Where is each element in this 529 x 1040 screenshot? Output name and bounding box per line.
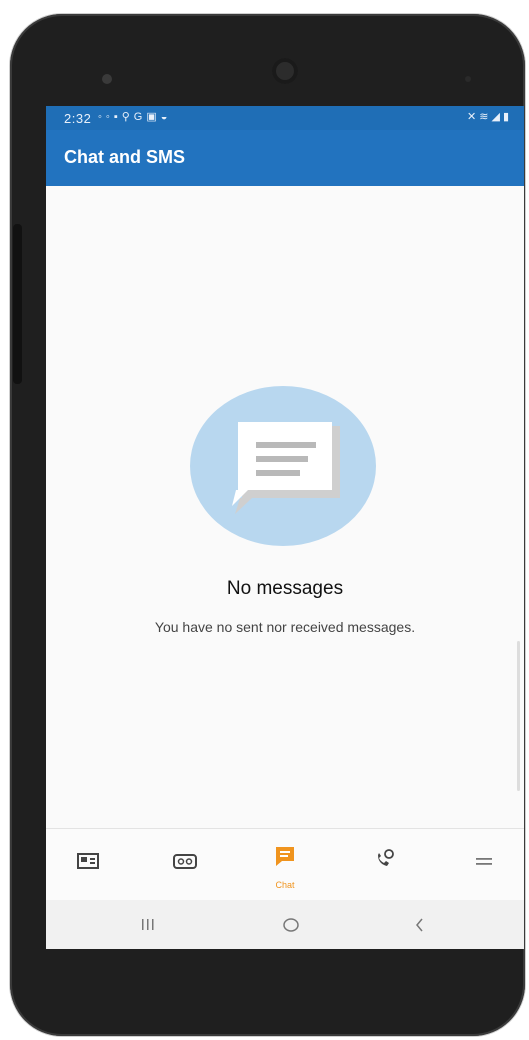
screen: 2:32 ◦◦▪⚲G▣◒ ✕≋◢▮ Chat and SMS No messag… [46, 106, 524, 949]
home-icon [283, 918, 299, 932]
messages-content: No messages You have no sent nor receive… [46, 186, 524, 892]
wifi-icon: ≋ [479, 111, 492, 123]
app-bar: Chat and SMS [46, 130, 524, 186]
battery-icon: ▮ [502, 111, 512, 123]
status-bar: 2:32 ◦◦▪⚲G▣◒ ✕≋◢▮ [46, 106, 524, 130]
status-time: 2:32 [64, 111, 92, 126]
accessibility-icon: ⚲ [121, 111, 134, 123]
voicemail-icon [173, 854, 197, 869]
call-history-icon [378, 849, 394, 866]
back-button[interactable] [400, 912, 440, 938]
empty-state-illustration [190, 386, 376, 546]
phone-frame: 2:32 ◦◦▪⚲G▣◒ ✕≋◢▮ Chat and SMS No messag… [10, 14, 525, 1036]
voicemail-icon: ◦◦ [98, 111, 114, 123]
light-sensor [465, 76, 471, 82]
contact-card-icon [77, 853, 99, 869]
recents-button[interactable] [128, 912, 168, 938]
app-icon: ◒ [160, 111, 172, 123]
nav-item-menu[interactable] [444, 829, 524, 901]
system-navigation-bar [46, 900, 524, 949]
nav-item-chat[interactable]: Chat [245, 829, 325, 901]
status-icons-right: ✕≋◢▮ [467, 110, 512, 123]
side-button [13, 224, 22, 384]
google-icon: G [133, 111, 147, 123]
nav-item-contacts[interactable] [48, 829, 128, 901]
nav-item-call-history[interactable] [345, 829, 425, 901]
front-camera [272, 58, 298, 84]
back-icon [416, 918, 423, 932]
speech-bubble-icon [232, 422, 340, 514]
lock-icon: ▪ [113, 111, 122, 123]
status-icons-left: ◦◦▪⚲G▣◒ [98, 110, 171, 123]
chat-icon [276, 847, 294, 866]
empty-state-title: No messages [226, 578, 344, 599]
menu-icon [476, 858, 492, 865]
recents-icon [142, 919, 154, 930]
mute-icon: ✕ [467, 111, 480, 123]
scrollbar[interactable] [517, 641, 520, 791]
gallery-icon: ▣ [146, 111, 161, 123]
signal-icon: ◢ [491, 111, 503, 123]
nav-item-voicemail[interactable] [145, 829, 225, 901]
empty-state-subtitle: You have no sent nor received messages. [154, 619, 416, 635]
bottom-navigation: Chat [46, 828, 524, 901]
page-title: Chat and SMS [64, 147, 186, 167]
home-button[interactable] [271, 912, 311, 938]
proximity-sensor [102, 74, 112, 84]
nav-label-chat: Chat [275, 880, 295, 890]
